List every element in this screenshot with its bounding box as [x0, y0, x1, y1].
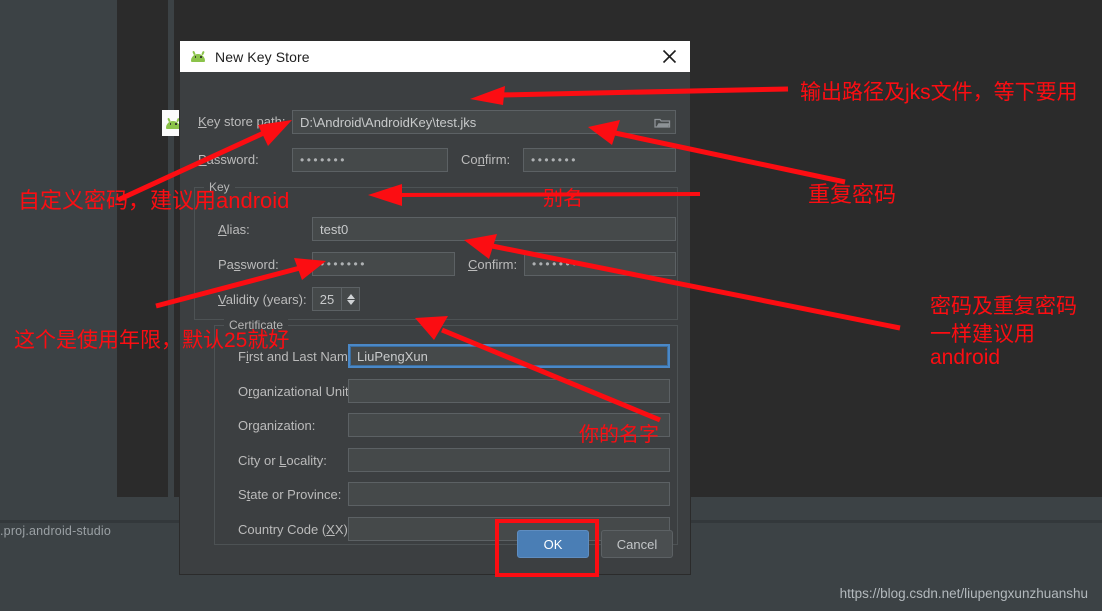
keystore-password-input[interactable] — [292, 148, 448, 172]
watermark-url: https://blog.csdn.net/liupengxunzhuanshu — [839, 586, 1088, 601]
ide-vertical-divider — [168, 0, 174, 524]
validity-spinner-buttons[interactable] — [342, 287, 360, 311]
new-key-store-dialog: New Key Store Key store path: Password: — [180, 41, 690, 574]
certificate-field-label: State or Province: — [238, 487, 342, 502]
key-password-row: Password: — [218, 257, 279, 272]
android-icon — [165, 117, 181, 129]
android-icon — [190, 50, 206, 62]
certificate-field-label: First and Last Name: — [238, 349, 359, 364]
spinner-down-icon[interactable] — [346, 299, 355, 305]
keystore-password-row: Password: — [198, 152, 259, 167]
validity-input[interactable] — [312, 287, 342, 311]
certificate-field-input[interactable] — [348, 378, 670, 403]
certificate-field-input[interactable] — [348, 447, 670, 472]
key-alias-row: Alias: — [218, 222, 250, 237]
keystore-path-row: Key store path: — [198, 114, 294, 129]
certificate-group-legend: Certificate — [224, 318, 289, 332]
dialog-body: Key store path: Password: Confirm: Key A… — [180, 72, 690, 574]
keystore-password-label: Password: — [198, 152, 259, 167]
certificate-field-label: City or Locality: — [238, 452, 327, 468]
certificate-field-input[interactable] — [348, 344, 670, 368]
key-group-legend: Key — [204, 180, 235, 194]
certificate-field-input[interactable] — [348, 482, 670, 506]
key-confirm-input[interactable] — [524, 252, 676, 276]
keystore-confirm-row: Confirm: — [461, 152, 510, 167]
keystore-path-input[interactable] — [292, 110, 676, 134]
project-label: .proj.android-studio — [0, 524, 112, 538]
ide-editor-gap — [117, 0, 168, 497]
keystore-path-label: Key store path: — [198, 114, 286, 129]
key-alias-input[interactable] — [312, 217, 676, 241]
certificate-field-label: Organization: — [238, 418, 316, 433]
key-alias-label: Alias: — [218, 222, 250, 237]
cancel-button[interactable]: Cancel — [601, 530, 673, 558]
keystore-path-field-wrap — [292, 110, 676, 134]
ok-button[interactable]: OK — [517, 530, 589, 558]
certificate-field-input[interactable] — [348, 413, 670, 437]
certificate-field-label: Organizational Unit: — [238, 383, 353, 399]
close-icon[interactable] — [648, 41, 690, 72]
folder-icon[interactable] — [652, 113, 672, 131]
key-password-label: Password: — [218, 257, 279, 272]
validity-stepper[interactable] — [312, 287, 360, 311]
key-confirm-label: Confirm: — [468, 257, 518, 272]
key-validity-label: Validity (years): — [218, 292, 307, 307]
key-confirm-row: Confirm: — [468, 257, 517, 272]
spinner-up-icon[interactable] — [346, 293, 355, 299]
dialog-button-bar: OK Cancel — [180, 530, 690, 560]
keystore-confirm-label: Confirm: — [461, 152, 511, 167]
dialog-title: New Key Store — [215, 48, 310, 65]
keystore-confirm-input[interactable] — [523, 148, 676, 172]
ide-left-panel — [0, 0, 117, 497]
key-password-input[interactable] — [312, 252, 455, 276]
key-validity-row: Validity (years): — [218, 292, 307, 307]
dialog-titlebar: New Key Store — [180, 41, 690, 72]
